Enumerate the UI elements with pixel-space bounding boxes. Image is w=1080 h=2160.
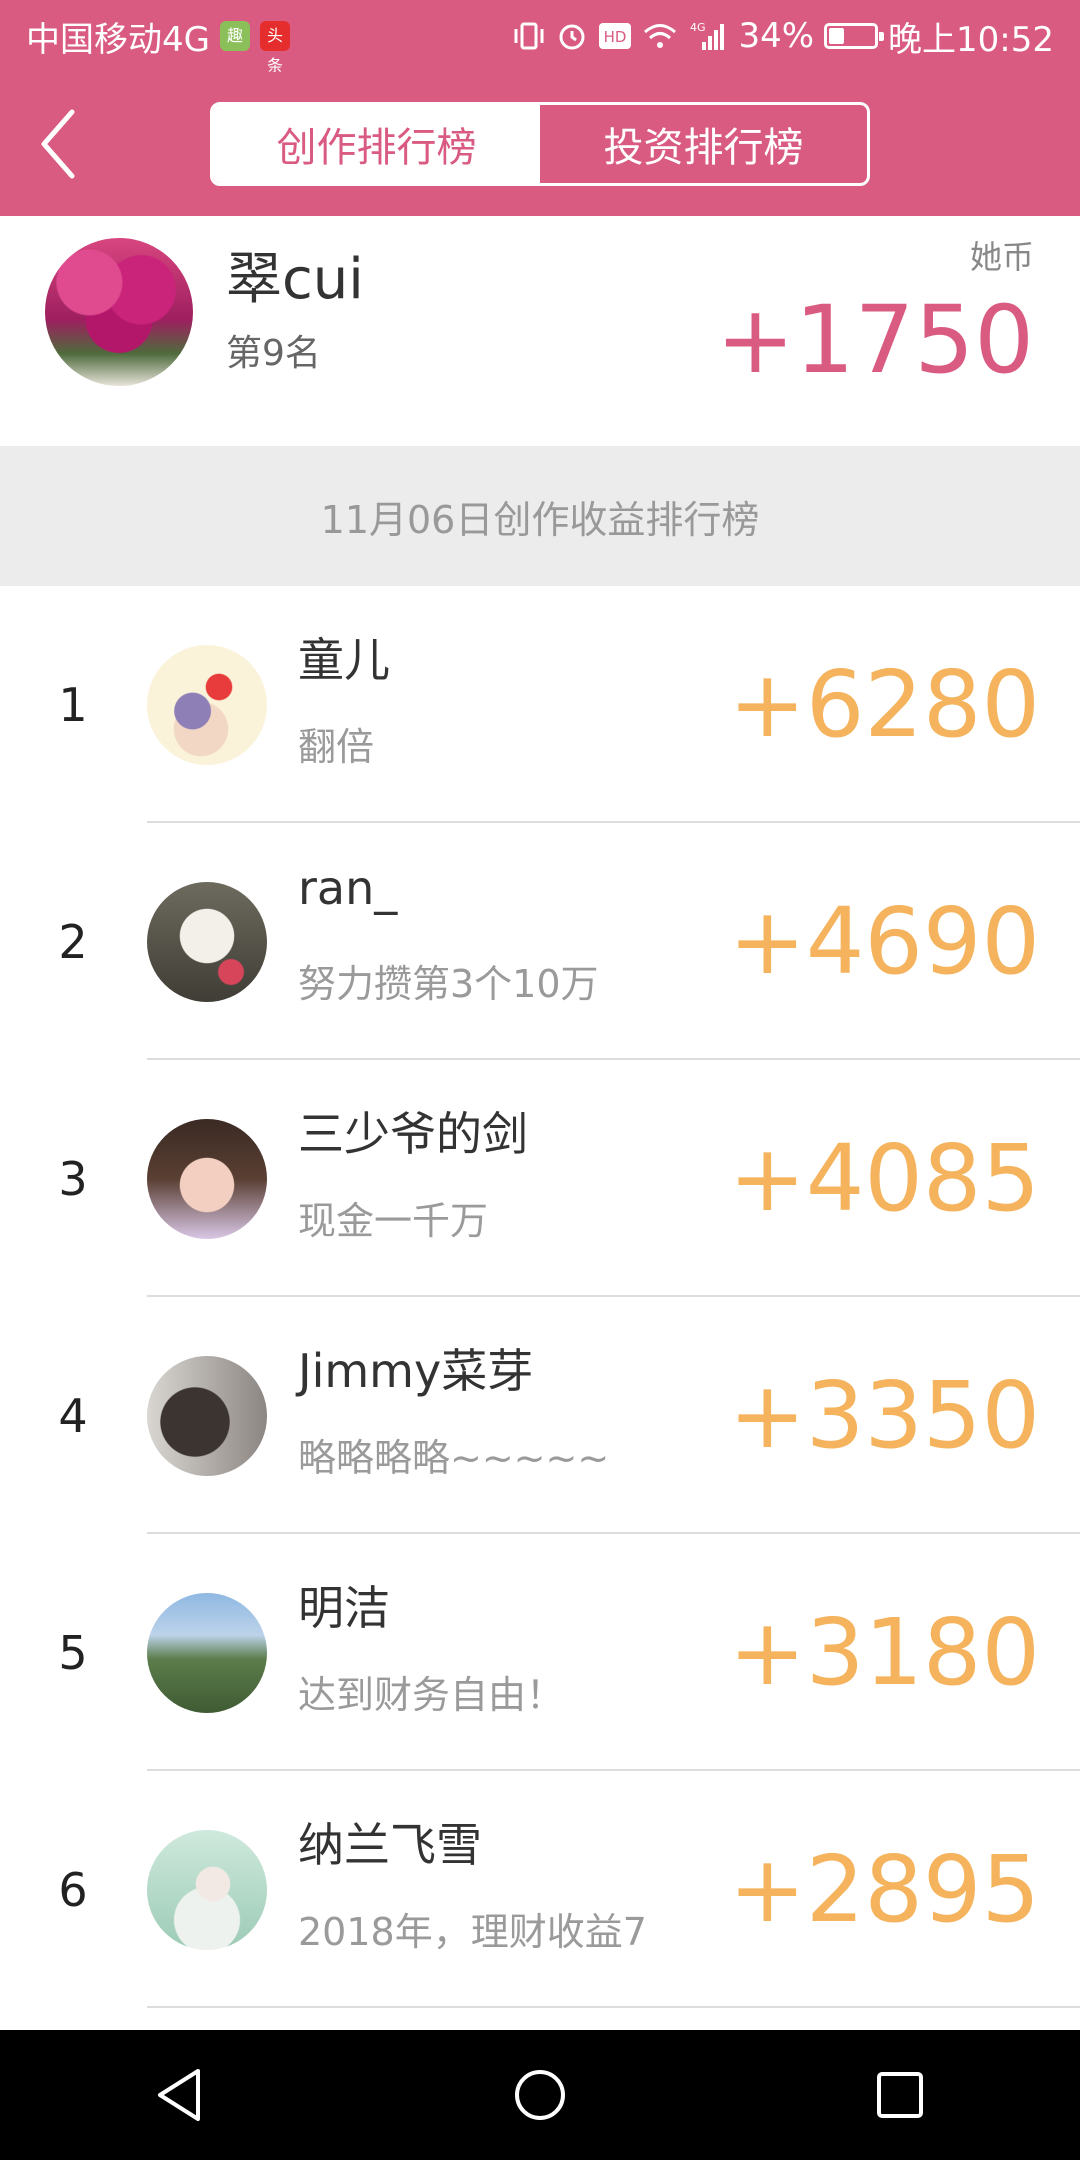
- list-item[interactable]: 4 Jimmy菜芽 略略略略~~~~~ +3350: [0, 1297, 1080, 1534]
- vibrate-icon: [512, 21, 546, 51]
- svg-text:HD: HD: [604, 28, 627, 46]
- app-header: 创作排行榜 投资排行榜: [0, 72, 1080, 216]
- my-username: 翠cui: [226, 247, 364, 312]
- my-ranking-card[interactable]: 翠cui 第9名 她币 +1750: [0, 216, 1080, 446]
- system-nav-bar: [0, 2030, 1080, 2160]
- username: 明洁: [298, 1581, 390, 1635]
- carrier-label: 中国移动4G: [26, 19, 210, 60]
- avatar[interactable]: [147, 1356, 267, 1476]
- nav-recent-button[interactable]: [850, 2045, 950, 2145]
- list-item[interactable]: 6 纳兰飞雪 2018年，理财收益7 +2895: [0, 1771, 1080, 2008]
- list-item[interactable]: 2 ran_ 努力攒第3个10万 +4690: [0, 823, 1080, 1060]
- leaderboard-list: 1 童儿 翻倍 +6280 2 ran_ 努力攒第3个10万 +4690 3 三…: [0, 586, 1080, 2008]
- score: +3180: [728, 1599, 1040, 1706]
- user-motto: 翻倍: [298, 725, 375, 769]
- hd-icon: HD: [598, 22, 632, 50]
- app-notification-icon: 趣: [219, 21, 250, 51]
- avatar[interactable]: [147, 1593, 267, 1713]
- user-motto: 略略略略~~~~~: [298, 1436, 610, 1480]
- username: ran_: [298, 861, 398, 915]
- divider: [147, 2006, 1080, 2008]
- tab-investment-ranking[interactable]: 投资排行榜: [540, 105, 867, 183]
- my-rank: 第9名: [226, 333, 321, 374]
- rank-number: 6: [58, 1862, 88, 1917]
- avatar[interactable]: [147, 1830, 267, 1950]
- section-title: 11月06日创作收益排行榜: [320, 497, 760, 542]
- rank-number: 2: [58, 914, 88, 969]
- square-recent-icon: [877, 2072, 923, 2118]
- nav-home-button[interactable]: [490, 2045, 590, 2145]
- clock: 晚上10:52: [888, 19, 1054, 60]
- signal-icon: 4G: [688, 20, 728, 52]
- avatar[interactable]: [147, 1119, 267, 1239]
- triangle-back-icon: [158, 2069, 200, 2121]
- avatar[interactable]: [147, 882, 267, 1002]
- chevron-left-icon: [41, 109, 75, 179]
- circle-home-icon: [515, 2070, 565, 2120]
- avatar[interactable]: [45, 238, 193, 386]
- nav-back-button[interactable]: [130, 2045, 230, 2145]
- battery-icon: [824, 23, 885, 49]
- list-item[interactable]: 3 三少爷的剑 现金一千万 +4085: [0, 1060, 1080, 1297]
- status-bar: 中国移动4G 趣 头条 HD 4G 34% 晚上10:52: [0, 0, 1080, 75]
- tab-creation-ranking[interactable]: 创作排行榜: [213, 105, 540, 183]
- score: +3350: [728, 1362, 1040, 1469]
- rank-number: 4: [58, 1388, 88, 1443]
- score: +4085: [728, 1125, 1040, 1232]
- username: 三少爷的剑: [298, 1107, 528, 1161]
- alarm-icon: [556, 20, 588, 52]
- score: +6280: [728, 651, 1040, 758]
- user-motto: 2018年，理财收益7: [298, 1910, 647, 1954]
- leaderboard-date-header: 11月06日创作收益排行榜: [0, 446, 1080, 586]
- rank-number: 3: [58, 1151, 88, 1206]
- username: 童儿: [298, 633, 390, 687]
- score: +2895: [728, 1836, 1040, 1943]
- list-item[interactable]: 5 明洁 达到财务自由！ +3180: [0, 1534, 1080, 1771]
- rank-number: 1: [58, 677, 88, 732]
- avatar[interactable]: [147, 645, 267, 765]
- my-score: +1750: [716, 286, 1034, 395]
- back-button[interactable]: [28, 108, 88, 180]
- svg-text:4G: 4G: [690, 21, 706, 34]
- news-app-notification-icon: 头条: [259, 21, 290, 75]
- battery-percent: 34%: [738, 16, 815, 56]
- user-motto: 现金一千万: [298, 1199, 489, 1243]
- rank-number: 5: [58, 1625, 88, 1680]
- username: 纳兰飞雪: [298, 1818, 482, 1872]
- currency-unit: 她币: [969, 238, 1034, 276]
- list-item[interactable]: 1 童儿 翻倍 +6280: [0, 586, 1080, 823]
- wifi-icon: [642, 21, 678, 51]
- username: Jimmy菜芽: [298, 1344, 534, 1398]
- score: +4690: [728, 888, 1040, 995]
- user-motto: 达到财务自由！: [298, 1673, 565, 1717]
- ranking-tabs: 创作排行榜 投资排行榜: [210, 102, 870, 186]
- user-motto: 努力攒第3个10万: [298, 962, 599, 1006]
